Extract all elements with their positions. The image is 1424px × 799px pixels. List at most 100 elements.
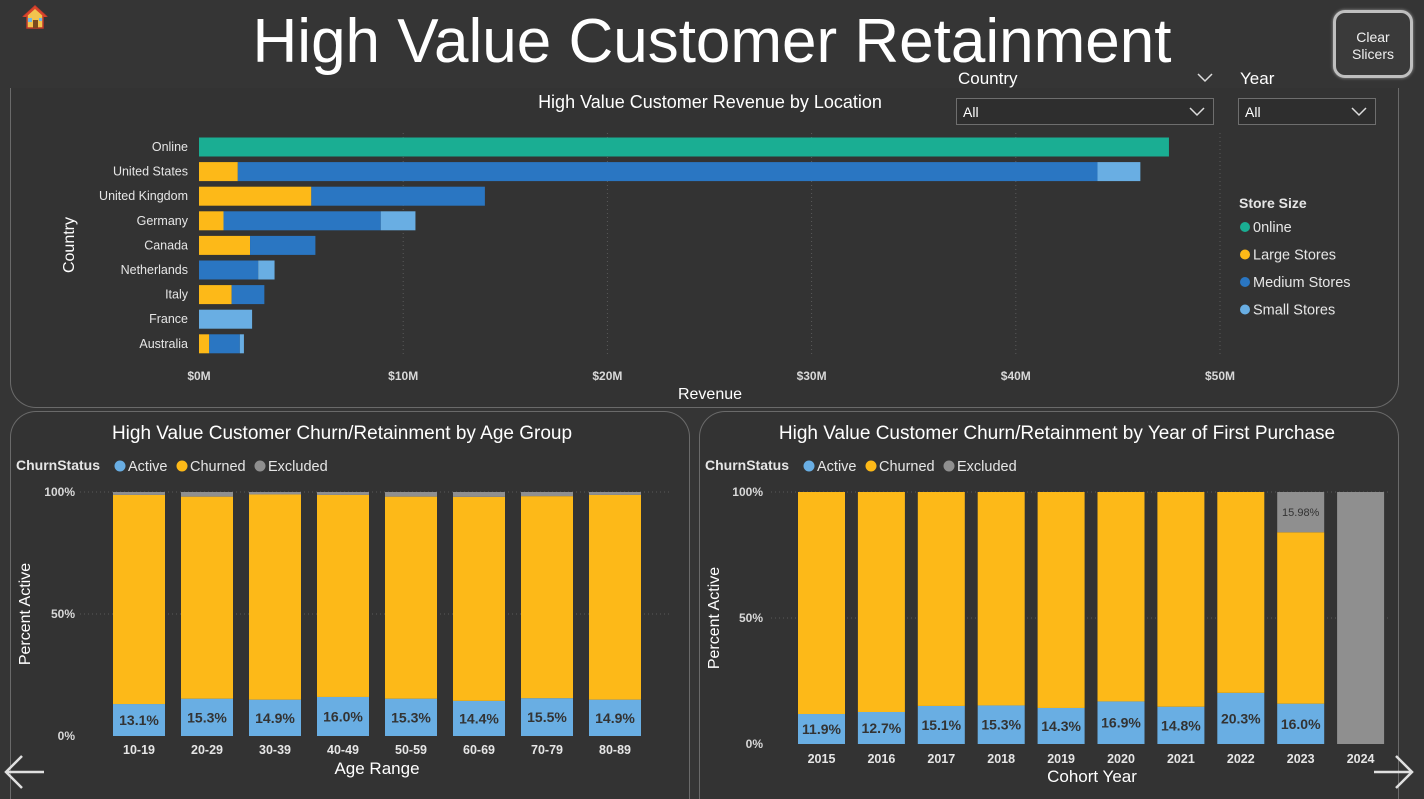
bar-segment (1097, 492, 1145, 702)
bar-segment (589, 494, 641, 700)
legend-label: Active (128, 459, 168, 475)
data-label: 14.4% (459, 710, 499, 726)
x-category-label: 2015 (808, 752, 836, 766)
revenue-by-location-chart: High Value Customer Revenue by Location $… (61, 92, 1351, 403)
bar-segment (1097, 162, 1141, 182)
x-category-label: 50-59 (395, 743, 427, 757)
legend-label: Large Stores (1253, 248, 1336, 264)
legend-marker (1240, 222, 1250, 232)
legend-marker (176, 460, 188, 472)
data-label: 11.9% (802, 721, 841, 737)
bar-segment (521, 492, 573, 497)
bar-segment (385, 496, 437, 699)
legend-title: Store Size (1239, 195, 1307, 211)
bar-segment (317, 492, 369, 495)
page-title: High Value Customer Retainment (252, 7, 1172, 76)
x-category-label: 2019 (1047, 752, 1075, 766)
churn-by-year-chart: High Value Customer Churn/Retainment by … (705, 423, 1389, 786)
x-category-label: 60-69 (463, 743, 495, 757)
bar-segment (1337, 492, 1385, 744)
y-category-label: Canada (144, 238, 188, 252)
x-category-label: 20-29 (191, 743, 223, 757)
legend-label: Medium Stores (1253, 275, 1351, 291)
bar-segment (237, 162, 1098, 182)
next-page-arrow-icon[interactable] (1372, 752, 1416, 792)
x-tick-label: $0M (187, 369, 210, 383)
x-axis-title: Age Range (334, 759, 419, 778)
chart-title: High Value Customer Churn/Retainment by … (112, 423, 572, 444)
legend-label: Churned (879, 459, 935, 475)
data-label: 15.3% (981, 717, 1021, 733)
y-axis-title: Percent Active (17, 563, 34, 665)
clear-slicers-label-2: Slicers (1351, 46, 1394, 62)
x-category-label: 10-19 (123, 743, 155, 757)
data-label: 16.9% (1101, 715, 1141, 731)
bar-segment (453, 492, 505, 497)
x-category-label: 2024 (1347, 752, 1375, 766)
bar-segment (223, 211, 381, 231)
data-label: 20.3% (1221, 710, 1261, 726)
data-label: 14.8% (1161, 717, 1201, 733)
bar-segment (199, 186, 312, 206)
y-category-label: Germany (137, 214, 189, 228)
country-slicer-value: All (963, 104, 979, 120)
y-tick-label: 50% (51, 607, 75, 621)
churn-by-age-chart: High Value Customer Churn/Retainment by … (16, 423, 670, 778)
legend-label: Excluded (957, 459, 1017, 475)
country-slicer-dropdown[interactable]: All (956, 98, 1214, 125)
previous-page-arrow-icon[interactable] (2, 752, 46, 792)
legend-marker (254, 460, 266, 472)
bar-segment (249, 492, 301, 495)
data-label: 14.9% (255, 710, 295, 726)
chevron-down-icon (1351, 107, 1367, 117)
data-label: 15.5% (527, 709, 567, 725)
year-slicer-label: Year (1240, 69, 1275, 88)
bar-segment (113, 492, 165, 495)
x-tick-label: $10M (388, 369, 418, 383)
x-category-label: 2021 (1167, 752, 1195, 766)
y-axis-title: Percent Active (706, 567, 723, 669)
legend-marker (803, 460, 815, 472)
legend-marker (1240, 277, 1250, 287)
data-label: 14.3% (1041, 718, 1081, 734)
legend-title: ChurnStatus (16, 457, 100, 473)
bar-segment (798, 492, 845, 715)
bar-segment (977, 492, 1025, 706)
bar-segment (1217, 492, 1265, 693)
bar-segment (1157, 492, 1205, 707)
x-category-label: 2018 (987, 752, 1015, 766)
y-category-label: Australia (139, 337, 188, 351)
bar-segment (857, 492, 905, 712)
y-tick-label: 0% (58, 729, 76, 743)
x-category-label: 2022 (1227, 752, 1255, 766)
data-label: 15.3% (391, 709, 431, 725)
x-tick-label: $40M (1001, 369, 1031, 383)
bar-segment (258, 260, 275, 280)
data-label: 15.1% (921, 717, 961, 733)
bar-segment (317, 494, 369, 697)
y-tick-label: 100% (732, 485, 763, 499)
chart-title: High Value Customer Revenue by Location (538, 92, 882, 112)
bar-segment (1277, 532, 1325, 704)
legend-marker (943, 460, 955, 472)
data-label: 12.7% (862, 720, 902, 736)
bar-segment (199, 334, 210, 354)
bar-segment (199, 260, 259, 280)
country-slicer-label: Country (958, 69, 1018, 88)
year-slicer-value: All (1245, 104, 1261, 120)
chevron-down-icon (1189, 107, 1205, 117)
bar-segment (380, 211, 416, 231)
clear-slicers-label-1: Clear (1356, 29, 1390, 45)
legend-label: Small Stores (1253, 303, 1335, 319)
bar-segment (249, 494, 301, 700)
bar-segment (917, 492, 965, 706)
y-tick-label: 50% (739, 611, 763, 625)
x-category-label: 2023 (1287, 752, 1315, 766)
bar-segment (199, 162, 238, 182)
x-category-label: 2016 (867, 752, 895, 766)
clear-slicers-button[interactable]: Clear Slicers (1333, 10, 1413, 78)
year-slicer-dropdown[interactable]: All (1238, 98, 1376, 125)
chevron-down-icon[interactable] (1197, 73, 1213, 83)
bar-segment (199, 235, 251, 255)
data-label: 15.98% (1282, 507, 1320, 519)
